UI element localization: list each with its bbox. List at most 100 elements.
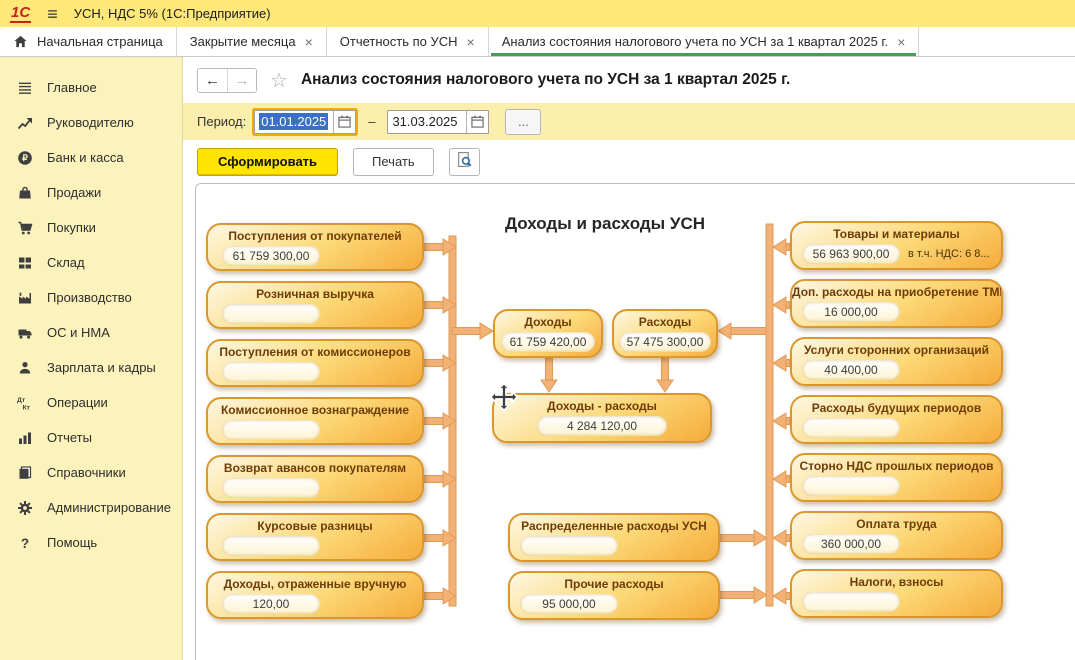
period-label: Период: (197, 114, 246, 129)
sidebar-item-label: Справочники (47, 465, 126, 480)
svg-text:?: ? (20, 535, 28, 550)
flow-box-label: Распределенные расходы УСН (510, 519, 718, 533)
period-dash: – (368, 114, 375, 129)
value-pill: 61 759 300,00 (222, 246, 320, 266)
flow-box-label: Поступления от комиссионеров (208, 345, 422, 359)
flow-box-label: Прочие расходы (510, 577, 718, 591)
factory-icon (15, 290, 34, 306)
sidebar-item[interactable]: Зарплата и кадры (0, 350, 182, 385)
sidebar-item[interactable]: ₽ Банк и касса (0, 140, 182, 175)
flow-box[interactable]: Комиссионное вознаграждение (206, 397, 424, 445)
generate-button[interactable]: Сформировать (197, 148, 338, 176)
flow-box-label: Расходы будущих периодов (792, 401, 1001, 415)
back-button[interactable]: ← (198, 69, 227, 92)
flow-box[interactable]: Поступления от покупателей61 759 300,00 (206, 223, 424, 271)
flow-box[interactable]: Прочие расходы95 000,00 (508, 571, 720, 620)
value-pill (222, 536, 320, 556)
flow-box[interactable]: Курсовые разницы (206, 513, 424, 561)
sidebar-item[interactable]: ?Помощь (0, 525, 182, 560)
sidebar-item-label: Банк и касса (47, 150, 124, 165)
flow-box-label: Товары и материалы (792, 227, 1001, 241)
flow-box[interactable]: Поступления от комиссионеров (206, 339, 424, 387)
value-pill: 120,00 (222, 594, 320, 614)
ruble-icon: ₽ (15, 150, 34, 166)
actions-row: Сформировать Печать (183, 140, 1075, 183)
close-icon[interactable]: × (467, 35, 475, 49)
tab-0[interactable]: Начальная страница (0, 27, 177, 56)
tab-3[interactable]: Анализ состояния налогового учета по УСН… (489, 27, 920, 56)
menu-icon (15, 80, 34, 96)
sidebar-item-label: Покупки (47, 220, 96, 235)
sidebar-item[interactable]: Справочники (0, 455, 182, 490)
close-icon[interactable]: × (897, 35, 905, 49)
flow-box[interactable]: Сторно НДС прошлых периодов (790, 453, 1003, 502)
flow-box-expense-total[interactable]: Расходы 57 475 300,00 (612, 309, 718, 358)
sidebar-item[interactable]: Покупки (0, 210, 182, 245)
flow-box-label: Доходы, отраженные вручную (208, 577, 422, 591)
flow-box[interactable]: Налоги, взносы (790, 569, 1003, 618)
flow-box-label: Возврат авансов покупателям (208, 461, 422, 475)
sidebar-item[interactable]: Администрирование (0, 490, 182, 525)
flow-box[interactable]: Распределенные расходы УСН (508, 513, 720, 562)
sidebar-item[interactable]: Продажи (0, 175, 182, 210)
value-pill (802, 592, 900, 612)
person-icon (15, 360, 34, 376)
flow-box[interactable]: Оплата труда360 000,00 (790, 511, 1003, 560)
svg-text:₽: ₽ (22, 153, 28, 163)
favorite-star-icon[interactable]: ☆ (270, 68, 288, 93)
flow-box[interactable]: Услуги сторонних организаций40 400,00 (790, 337, 1003, 386)
flow-box[interactable]: Расходы будущих периодов (790, 395, 1003, 444)
sidebar-item[interactable]: Производство (0, 280, 182, 315)
report-canvas: Доходы и расходы УСН Доходы 61 759 420,0… (195, 183, 1075, 660)
value-pill: 360 000,00 (802, 534, 900, 554)
flow-box-income-total[interactable]: Доходы 61 759 420,00 (493, 309, 603, 358)
flow-box-difference[interactable]: Доходы - расходы 4 284 120,00 (492, 393, 712, 443)
sidebar-item-label: Руководителю (47, 115, 134, 130)
sidebar-item-label: Операции (47, 395, 108, 410)
diagram-title: Доходы и расходы УСН (490, 214, 720, 234)
period-to-input[interactable]: 31.03.2025 (388, 111, 466, 133)
main-menu-icon[interactable]: ≡ (47, 5, 58, 23)
period-to-group: 31.03.2025 (387, 110, 489, 134)
flow-box[interactable]: Доходы, отраженные вручную 120,00 (206, 571, 424, 619)
sidebar-item-label: Производство (47, 290, 132, 305)
value-pill: 16 000,00 (802, 302, 900, 322)
tab-bar: Начальная страницаЗакрытие месяца×Отчетн… (0, 27, 1075, 57)
value-pill: 61 759 420,00 (501, 332, 595, 352)
value-pill: 4 284 120,00 (537, 416, 667, 436)
sidebar-item[interactable]: Склад (0, 245, 182, 280)
tab-1[interactable]: Закрытие месяца× (177, 27, 327, 56)
period-from-input[interactable]: 01.01.2025 (255, 111, 333, 133)
sidebar: Главное Руководителю ₽ Банк и касса Продажи П… (0, 57, 183, 660)
flow-box-label: Розничная выручка (208, 287, 422, 301)
preview-button[interactable] (449, 148, 480, 176)
close-icon[interactable]: × (305, 35, 313, 49)
move-cursor-icon (488, 381, 520, 418)
flow-box[interactable]: Доп. расходы на приобретение ТМЦ 16 000,0… (790, 279, 1003, 328)
gear-icon (15, 500, 34, 516)
home-icon (13, 34, 28, 49)
svg-text:Кт: Кт (22, 404, 30, 411)
tab-2[interactable]: Отчетность по УСН × (327, 27, 489, 56)
flow-box[interactable]: Возврат авансов покупателям (206, 455, 424, 503)
flow-box[interactable]: Розничная выручка (206, 281, 424, 329)
value-pill (520, 536, 618, 556)
sidebar-item[interactable]: ОС и НМА (0, 315, 182, 350)
tab-label: Анализ состояния налогового учета по УСН… (502, 34, 888, 49)
forward-button[interactable]: → (227, 69, 256, 92)
period-more-button[interactable]: ... (505, 109, 541, 135)
calendar-icon[interactable] (466, 111, 488, 133)
flow-box-label: Сторно НДС прошлых периодов (792, 459, 1001, 473)
calendar-icon[interactable] (333, 111, 355, 133)
print-button[interactable]: Печать (353, 148, 434, 176)
sidebar-item[interactable]: ДтКтОперации (0, 385, 182, 420)
sidebar-item[interactable]: Отчеты (0, 420, 182, 455)
flow-box-label: Курсовые разницы (208, 519, 422, 533)
sidebar-item[interactable]: Руководителю (0, 105, 182, 140)
trend-icon (15, 115, 34, 131)
tab-label: Отчетность по УСН (340, 34, 458, 49)
flow-box[interactable]: Товары и материалы56 963 900,00в т.ч. НД… (790, 221, 1003, 270)
flow-box-label: Доп. расходы на приобретение ТМЦ (792, 285, 1001, 299)
sidebar-item[interactable]: Главное (0, 70, 182, 105)
sidebar-item-label: Главное (47, 80, 97, 95)
